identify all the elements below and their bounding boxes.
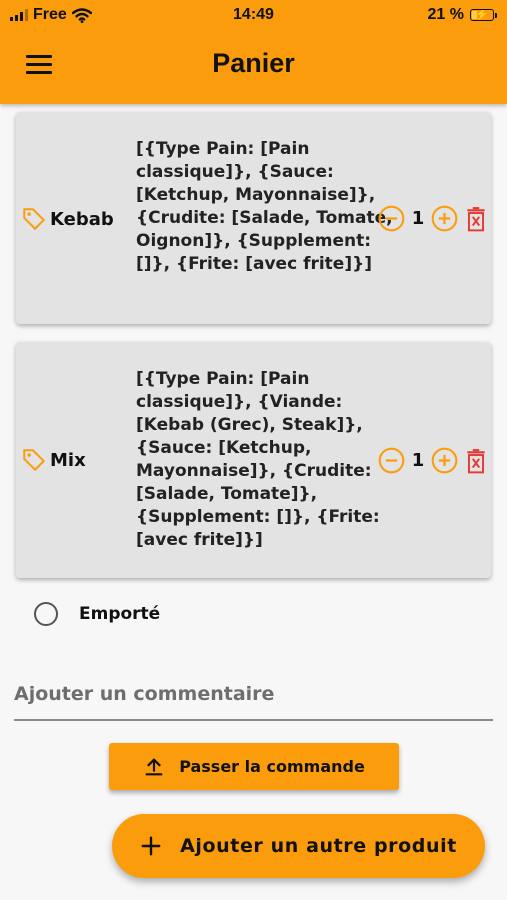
increase-quantity-button[interactable] [431,205,458,232]
cart-item-mix: Mix [{Type Pain: [Pain classique]}, {Via… [16,342,491,578]
battery-percent: 21 % [427,6,464,23]
app-bar: Free 14:49 21 % ⚡ Panier [0,0,507,104]
comment-input[interactable] [14,668,493,721]
quantity-value: 1 [411,208,425,229]
takeaway-radio[interactable] [34,602,58,626]
product-label: Kebab [20,206,114,232]
add-product-button[interactable]: Ajouter un autre produit [112,814,485,878]
tag-icon [23,208,45,230]
decrease-quantity-button[interactable] [378,447,405,474]
trash-icon [467,206,485,231]
battery-icon: ⚡ [470,9,497,21]
product-name: Mix [50,449,86,471]
minus-circle-icon [378,205,405,232]
place-order-button[interactable]: Passer la commande [109,743,399,790]
tag-icon [23,449,45,471]
product-description: [{Type Pain: [Pain classique]}, {Sauce: … [136,139,393,274]
takeaway-label: Emporté [79,604,161,624]
status-bar: Free 14:49 21 % ⚡ [0,0,507,30]
plus-icon [141,836,161,856]
decrease-quantity-button[interactable] [378,205,405,232]
trash-icon [467,448,485,473]
takeaway-option[interactable]: Emporté [34,602,160,626]
increase-quantity-button[interactable] [431,447,458,474]
minus-circle-icon [378,447,405,474]
quantity-controls: 1 [378,447,487,474]
status-right: 21 % ⚡ [428,6,497,24]
delete-item-button[interactable] [465,448,487,474]
product-description: [{Type Pain: [Pain classique]}, {Viande:… [136,369,380,550]
plus-circle-icon [431,447,458,474]
plus-circle-icon [431,205,458,232]
quantity-controls: 1 [378,205,487,232]
delete-item-button[interactable] [465,206,487,232]
cart-item-kebab: Kebab [{Type Pain: [Pain classique]}, {S… [16,112,491,324]
upload-icon [145,758,163,775]
page-title: Panier [212,48,295,78]
product-name: Kebab [50,208,114,230]
quantity-value: 1 [411,450,425,471]
product-label: Mix [20,447,86,473]
place-order-label: Passer la commande [179,757,365,776]
add-product-label: Ajouter un autre produit [180,835,457,857]
